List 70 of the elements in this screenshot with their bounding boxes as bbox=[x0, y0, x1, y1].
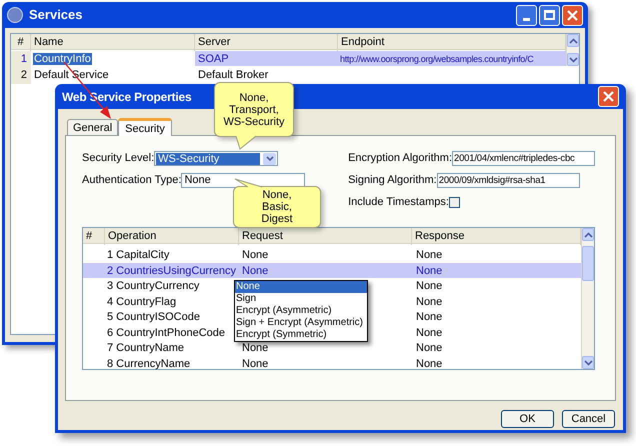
minimize-button[interactable] bbox=[516, 4, 537, 26]
checkbox[interactable] bbox=[448, 197, 460, 208]
table-cell-text: http://www.oorsprong.org/websamples.countryinfo/C bbox=[339, 52, 534, 66]
callout-text: None, bbox=[262, 189, 292, 201]
table-cell-text: 1 CapitalCity bbox=[106, 248, 170, 263]
tab[interactable]: Security bbox=[118, 118, 172, 136]
table-cell-text: None bbox=[241, 264, 270, 278]
caret-icon bbox=[263, 152, 276, 164]
dialog-button[interactable]: OK bbox=[501, 410, 554, 428]
security-level-dropdown[interactable]: WS-Security bbox=[154, 151, 278, 166]
minimize-icon bbox=[523, 18, 530, 20]
table-cell-text: None bbox=[415, 356, 444, 372]
close-button[interactable] bbox=[598, 86, 619, 107]
scroll-thumb[interactable] bbox=[582, 246, 594, 281]
close-icon bbox=[567, 10, 578, 20]
field-label: Authentication Type: bbox=[82, 173, 182, 188]
app-icon bbox=[7, 7, 23, 23]
selected-row[interactable]: 2 CountriesUsingCurrency None None bbox=[83, 262, 581, 278]
scroll-down-button[interactable] bbox=[567, 53, 579, 66]
table-cell-text: None bbox=[415, 264, 444, 278]
table-cell-text: 2 CountriesUsingCurrency bbox=[106, 264, 237, 278]
menu-item[interactable]: Sign bbox=[235, 293, 367, 305]
window-title: Services bbox=[29, 6, 82, 24]
field-label: Include Timestamps: bbox=[348, 195, 449, 210]
scroll-up-button[interactable] bbox=[582, 228, 594, 241]
authentication-type-field[interactable]: None bbox=[181, 173, 306, 188]
table-cell-text: 3 CountryCurrency bbox=[106, 279, 200, 294]
menu-item[interactable]: None bbox=[235, 281, 367, 293]
dialog-button[interactable]: Cancel bbox=[562, 410, 615, 428]
scroll-down-button[interactable] bbox=[582, 356, 594, 369]
table-cell-text: None bbox=[415, 326, 444, 340]
maximize-button[interactable] bbox=[539, 4, 560, 26]
callout-text: Transport, bbox=[229, 104, 279, 116]
field-label: Signing Algorithm: bbox=[348, 173, 437, 188]
tab[interactable]: General bbox=[67, 119, 118, 135]
callout-text: Digest bbox=[261, 213, 293, 225]
close-button[interactable] bbox=[562, 4, 583, 26]
callout-text: None, bbox=[239, 92, 269, 104]
table-cell-text: None bbox=[415, 248, 444, 263]
table-cell-text: SOAP bbox=[197, 52, 230, 67]
table-cell-text: None bbox=[415, 279, 444, 294]
table-cell-text: None bbox=[241, 341, 270, 356]
scroll-up-button[interactable] bbox=[567, 34, 579, 47]
table-cell-text: 8 CurrencyName bbox=[106, 356, 192, 372]
callout-text: WS-Security bbox=[223, 116, 285, 128]
table-cell-text: 7 CountryName bbox=[106, 341, 186, 356]
signing-algorithm-field[interactable]: 2000/09/xmldsig#rsa-sha1 bbox=[436, 173, 580, 188]
table-cell-text: 5 CountryISOCode bbox=[106, 310, 201, 325]
maximize-icon bbox=[544, 10, 555, 20]
menu-item[interactable]: Encrypt (Symmetric) bbox=[235, 329, 367, 341]
table-cell-text: None bbox=[415, 294, 444, 310]
close-icon bbox=[603, 91, 614, 102]
table-cell-text: Default Broker bbox=[197, 68, 270, 83]
field-label: Encryption Algorithm: bbox=[348, 151, 452, 166]
table-cell: CountryInfo bbox=[33, 53, 92, 65]
encryption-algorithm-field[interactable]: 2001/04/xmlenc#tripledes-cbc bbox=[452, 151, 595, 166]
column-header[interactable]: # bbox=[83, 228, 105, 244]
table-cell-text: None bbox=[241, 356, 270, 372]
scrollbar[interactable] bbox=[566, 34, 579, 66]
row-number: 2 bbox=[11, 67, 31, 84]
field-label: Security Level: bbox=[82, 151, 154, 166]
table-cell-text: None bbox=[241, 248, 270, 263]
table-cell-text: None bbox=[415, 310, 444, 325]
table-cell-text: None bbox=[415, 341, 444, 356]
menu-item[interactable]: Sign + Encrypt (Asymmetric) bbox=[235, 317, 367, 329]
menu-item[interactable]: Encrypt (Asymmetric) bbox=[235, 305, 367, 317]
table-row[interactable]: 1 CountryInfo SOAP http://www.oorsprong.org/websamples.countryinfo/C bbox=[11, 51, 566, 66]
callout-text: Basic, bbox=[262, 201, 292, 213]
row-number: 1 bbox=[11, 51, 31, 68]
scrollbar[interactable] bbox=[581, 228, 594, 369]
